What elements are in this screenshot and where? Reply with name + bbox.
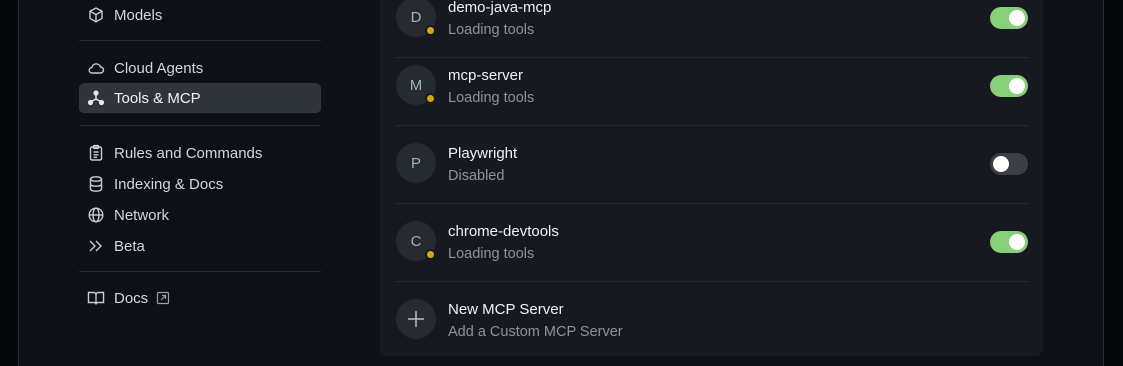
sidebar-item-label: Cloud Agents — [114, 59, 204, 77]
sidebar-item-network[interactable]: Network — [79, 200, 321, 230]
sidebar-divider — [79, 40, 321, 41]
server-enable-toggle[interactable] — [990, 153, 1028, 175]
server-status: Loading tools — [448, 246, 535, 262]
server-status: Loading tools — [448, 90, 535, 106]
database-icon — [87, 175, 105, 193]
new-server-subtitle: Add a Custom MCP Server — [448, 324, 623, 340]
loading-status-dot — [425, 25, 436, 36]
loading-status-dot — [425, 249, 436, 260]
sidebar-item-label: Rules and Commands — [114, 144, 263, 162]
cube-icon — [87, 6, 105, 24]
server-name: chrome-devtools — [448, 223, 559, 240]
loading-status-dot — [425, 93, 436, 104]
toggle-knob — [1009, 234, 1025, 250]
server-name: demo-java-mcp — [448, 0, 552, 16]
globe-icon — [87, 206, 105, 224]
new-server-title: New MCP Server — [448, 301, 564, 318]
sidebar-item-label: Docs — [114, 289, 149, 307]
new-mcp-server-button[interactable]: New MCP Server Add a Custom MCP Server — [396, 282, 1028, 360]
sidebar-item-label: Models — [114, 6, 163, 24]
tools-icon — [87, 89, 105, 107]
sidebar-item-label: Network — [114, 206, 170, 224]
server-enable-toggle[interactable] — [990, 231, 1028, 253]
external-link-icon — [156, 291, 170, 305]
sidebar-item-beta[interactable]: Beta — [79, 231, 321, 261]
sidebar-item-tools-mcp[interactable]: Tools & MCP — [79, 83, 321, 113]
sidebar-divider — [79, 125, 321, 126]
sidebar-item-indexing-docs[interactable]: Indexing & Docs — [79, 169, 321, 199]
server-enable-toggle[interactable] — [990, 7, 1028, 29]
sidebar-item-label: Indexing & Docs — [114, 175, 224, 193]
mcp-server-row: C chrome-devtools Loading tools — [396, 204, 1028, 282]
mcp-server-row: P Playwright Disabled — [396, 126, 1028, 204]
server-name: mcp-server — [448, 67, 524, 84]
sidebar-item-docs[interactable]: Docs — [79, 283, 321, 313]
sidebar-item-label: Tools & MCP — [114, 89, 201, 107]
server-status: Loading tools — [448, 22, 535, 38]
chevrons-right-icon — [87, 237, 105, 255]
sidebar-item-cloud-agents[interactable]: Cloud Agents — [79, 53, 321, 83]
toggle-knob — [1009, 10, 1025, 26]
sidebar-item-rules-commands[interactable]: Rules and Commands — [79, 138, 321, 168]
sidebar-item-label: Beta — [114, 237, 145, 255]
server-status: Disabled — [448, 168, 505, 184]
plus-icon — [396, 299, 436, 339]
toggle-knob — [1009, 78, 1025, 94]
cloud-icon — [87, 59, 105, 77]
mcp-servers-panel: D demo-java-mcp Loading tools M mcp-serv… — [380, 0, 1043, 356]
mcp-server-row: M mcp-server Loading tools — [396, 48, 1028, 126]
server-avatar: P — [396, 143, 436, 183]
toggle-knob — [993, 156, 1009, 172]
settings-window: Models Cloud Agents Tools & MCP Rules an… — [18, 0, 1104, 366]
server-name: Playwright — [448, 145, 518, 162]
book-icon — [87, 289, 105, 307]
sidebar-divider — [79, 271, 321, 272]
clipboard-icon — [87, 144, 105, 162]
sidebar-item-models[interactable]: Models — [79, 0, 321, 30]
server-enable-toggle[interactable] — [990, 75, 1028, 97]
